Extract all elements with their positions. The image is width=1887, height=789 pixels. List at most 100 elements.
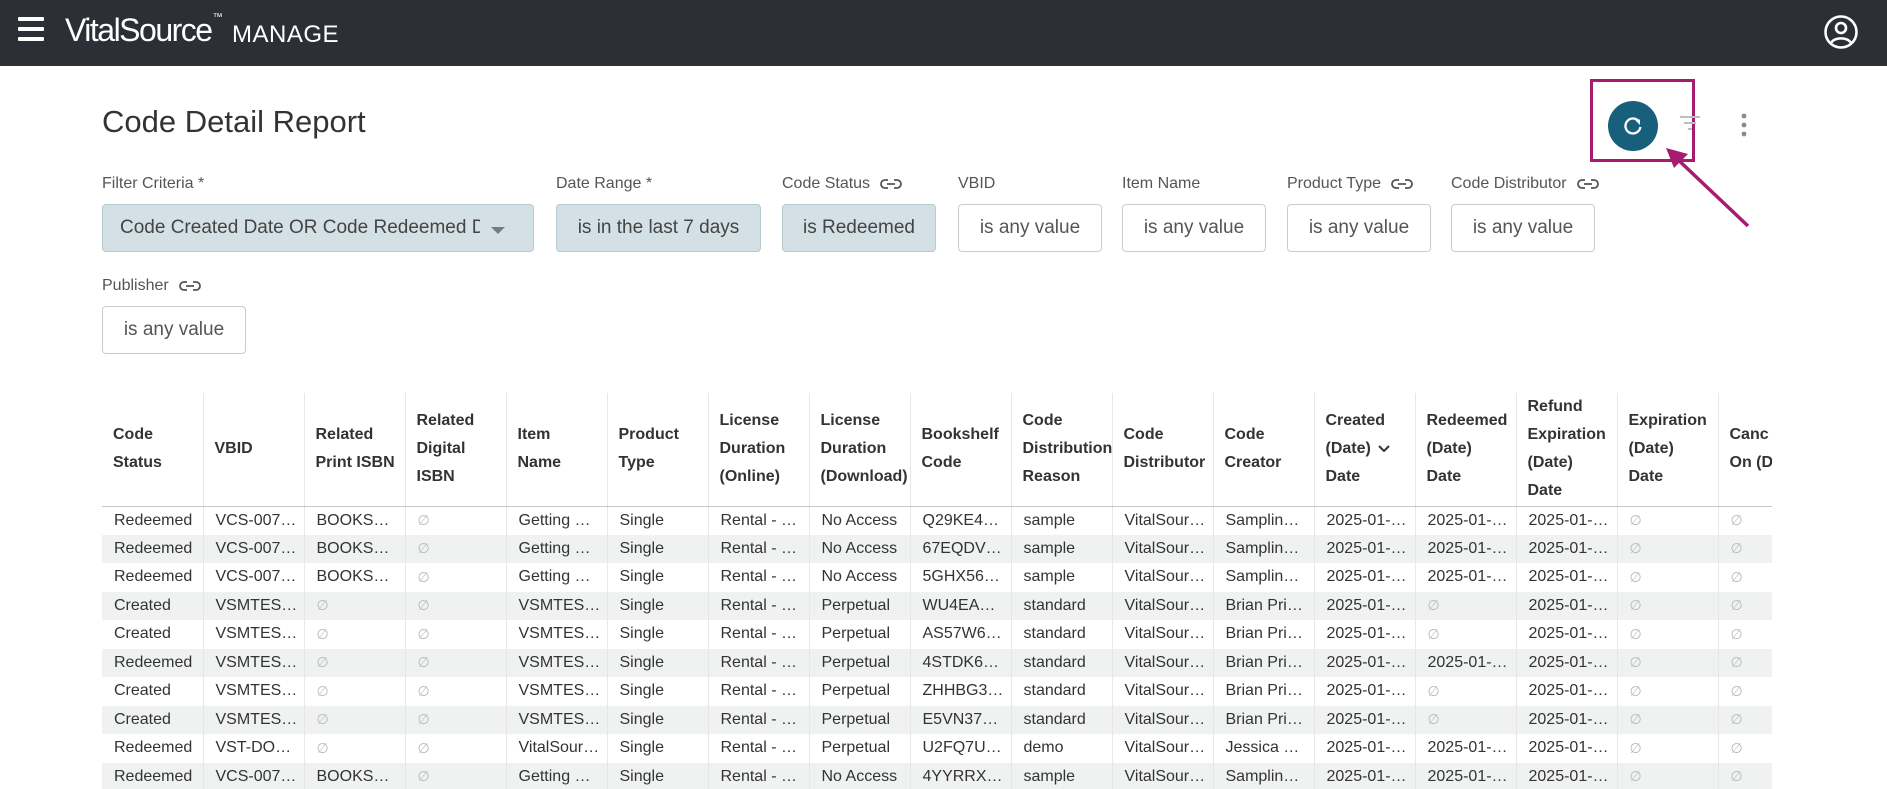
table-cell: 2025-01-… xyxy=(1516,620,1618,649)
code-status-chip[interactable]: is Redeemed xyxy=(782,204,936,252)
filter-criteria-select[interactable]: Code Created Date OR Code Redeemed Date xyxy=(102,204,534,252)
table-cell: Rental - … xyxy=(708,591,810,620)
table-cell: 2025-01-… xyxy=(1516,762,1618,789)
table-cell: Perpetual xyxy=(809,734,911,763)
table-row[interactable]: Created VSMTES… ∅ ∅ VSMTES… Single Rental - … P… xyxy=(102,591,1772,620)
table-cell: BOOKSH… xyxy=(304,563,406,592)
link-icon[interactable] xyxy=(1576,178,1599,190)
hamburger-icon[interactable] xyxy=(18,17,44,41)
column-header[interactable]: Item Name xyxy=(506,393,608,507)
column-header[interactable]: Product Type xyxy=(607,393,709,507)
column-header[interactable]: Bookshelf Code xyxy=(910,393,1012,507)
column-header[interactable]: Redeemed (Date) Date xyxy=(1415,393,1517,507)
table-cell: VitalSour… xyxy=(506,734,608,763)
column-header[interactable]: Related Digital ISBN xyxy=(405,393,507,507)
table-cell: 2025-01-… xyxy=(1314,648,1416,677)
table-row[interactable]: Created VSMTES… ∅ ∅ VSMTES… Single Rental - … P… xyxy=(102,677,1772,706)
table-cell: 2025-01-… xyxy=(1415,534,1517,563)
link-icon[interactable] xyxy=(880,178,902,190)
null-cell: ∅ xyxy=(405,620,507,649)
table-cell: 2025-01-… xyxy=(1516,677,1618,706)
table-cell: VCS-007… xyxy=(203,563,305,592)
column-header[interactable]: Expiration (Date) Date xyxy=(1617,393,1719,507)
filter-criteria-label: Filter Criteria * xyxy=(102,175,205,192)
table-cell: 2025-01-… xyxy=(1314,534,1416,563)
more-vert-icon[interactable] xyxy=(1734,110,1754,140)
table-cell: standard xyxy=(1011,677,1113,706)
table-row[interactable]: Redeemed VCS-007… BOOKSH… ∅ Getting S… Single… xyxy=(102,506,1772,535)
table-cell: Rental - … xyxy=(708,705,810,734)
column-header-label: Code xyxy=(1022,412,1063,430)
table-row[interactable]: Redeemed VCS-007… BOOKSH… ∅ Getting S… Single… xyxy=(102,563,1772,592)
table-cell: 2025-01-… xyxy=(1314,705,1416,734)
table-cell: U2FQ7U… xyxy=(910,734,1012,763)
column-header[interactable]: VBID xyxy=(203,393,305,507)
table-cell: 2025-01-… xyxy=(1314,734,1416,763)
table-cell: VitalSour… xyxy=(1112,591,1214,620)
table-cell: Perpetual xyxy=(809,591,911,620)
table-cell: No Access xyxy=(809,563,911,592)
table-cell: Redeemed xyxy=(102,762,204,789)
item-name-chip[interactable]: is any value xyxy=(1122,204,1266,252)
column-header-label: Refund xyxy=(1527,398,1583,416)
column-header[interactable]: License Duration (Online) xyxy=(708,393,810,507)
table-cell: Redeemed xyxy=(102,534,204,563)
table-cell: VSMTES… xyxy=(203,705,305,734)
table-cell: standard xyxy=(1011,620,1113,649)
date-range-chip[interactable]: is in the last 7 days xyxy=(556,204,761,252)
brand-logo[interactable]: VitalSource™ xyxy=(65,12,223,49)
vbid-chip[interactable]: is any value xyxy=(958,204,1102,252)
table-row[interactable]: Redeemed VCS-007… BOOKSH… ∅ Getting S… Single… xyxy=(102,762,1772,789)
link-icon[interactable] xyxy=(1391,178,1413,190)
null-cell: ∅ xyxy=(1718,534,1772,563)
table-row[interactable]: Redeemed VCS-007… BOOKSH… ∅ Getting S… Single… xyxy=(102,534,1772,563)
column-header[interactable]: Code Creator xyxy=(1213,393,1315,507)
table-cell: WU4EAP… xyxy=(910,591,1012,620)
filter-icon[interactable] xyxy=(1678,113,1702,133)
column-header[interactable]: Created (Date) Date xyxy=(1314,393,1416,507)
table-row[interactable]: Redeemed VST-DOC… ∅ ∅ VitalSour… Single Rental… xyxy=(102,734,1772,763)
null-cell: ∅ xyxy=(1415,591,1517,620)
null-cell: ∅ xyxy=(405,705,507,734)
page-title: Code Detail Report xyxy=(102,104,366,139)
column-header[interactable]: Refund Expiration (Date) Date xyxy=(1516,393,1618,507)
table-cell: 2025-01-… xyxy=(1415,563,1517,592)
column-header[interactable]: Related Print ISBN xyxy=(304,393,406,507)
refresh-button[interactable] xyxy=(1608,101,1658,151)
table-cell: Getting S… xyxy=(506,534,608,563)
null-cell: ∅ xyxy=(405,591,507,620)
column-header[interactable]: Canc On (D xyxy=(1718,393,1772,507)
column-header-label: Code xyxy=(113,426,153,444)
product-type-filter: Product Type xyxy=(1287,174,1413,194)
column-header[interactable]: Code Distribution Reason xyxy=(1011,393,1113,507)
product-type-chip[interactable]: is any value xyxy=(1287,204,1431,252)
null-cell: ∅ xyxy=(1718,677,1772,706)
account-circle-icon[interactable] xyxy=(1823,14,1859,50)
column-header[interactable]: Code Status xyxy=(102,393,204,507)
table-cell: VCS-007… xyxy=(203,762,305,789)
chevron-down-icon[interactable] xyxy=(1377,444,1391,454)
publisher-filter: Publisher xyxy=(102,276,201,296)
table-cell: VitalSour… xyxy=(1112,534,1214,563)
table-cell: demo xyxy=(1011,734,1113,763)
table-cell: Getting S… xyxy=(506,762,608,789)
column-header-label: (Date) xyxy=(1325,440,1371,458)
table-cell: Brian Pri… xyxy=(1213,591,1315,620)
table-cell: ZHHBG3… xyxy=(910,677,1012,706)
column-header-label: Distribution xyxy=(1022,440,1113,458)
code-distributor-chip[interactable]: is any value xyxy=(1451,204,1595,252)
table-row[interactable]: Redeemed VSMTES… ∅ ∅ VSMTES… Single Rental - …… xyxy=(102,648,1772,677)
date-range-filter: Date Range * xyxy=(556,174,652,194)
null-cell: ∅ xyxy=(304,705,406,734)
table-cell: Created xyxy=(102,677,204,706)
table-cell: Rental - … xyxy=(708,762,810,789)
column-header[interactable]: Code Distributor xyxy=(1112,393,1214,507)
column-header[interactable]: License Duration (Download) xyxy=(809,393,911,507)
publisher-chip[interactable]: is any value xyxy=(102,306,246,354)
table-row[interactable]: Created VSMTES… ∅ ∅ VSMTES… Single Rental - … P… xyxy=(102,620,1772,649)
table-cell: Samplin… xyxy=(1213,534,1315,563)
table-cell: Redeemed xyxy=(102,734,204,763)
link-icon[interactable] xyxy=(178,280,201,292)
table-cell: VCS-007… xyxy=(203,506,305,535)
table-row[interactable]: Created VSMTES… ∅ ∅ VSMTES… Single Rental - … P… xyxy=(102,705,1772,734)
